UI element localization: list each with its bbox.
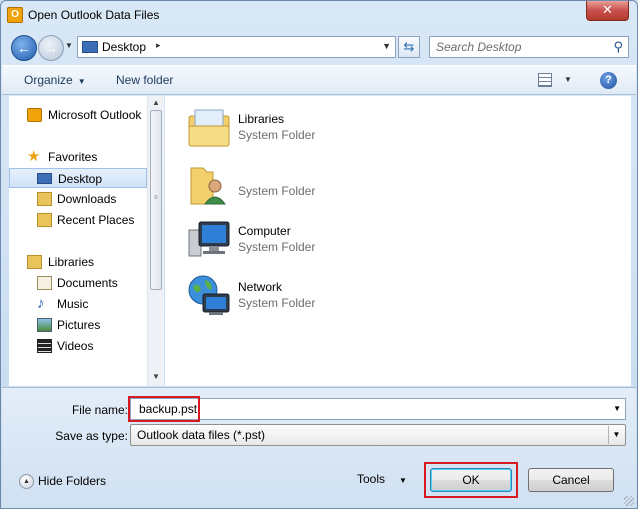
view-options-dropdown[interactable]: ▼ [564, 75, 572, 84]
close-button[interactable]: ✕ [586, 1, 629, 21]
tools-menu-button[interactable]: Tools ▼ [357, 472, 407, 486]
nav-item-pictures[interactable]: Pictures [9, 315, 147, 335]
save-as-type-value: Outlook data files (*.pst) [137, 428, 266, 442]
refresh-icon: ⇆ [403, 39, 415, 54]
pictures-icon [37, 318, 52, 332]
computer-icon [188, 221, 230, 257]
forward-button[interactable]: → [38, 35, 64, 61]
outlook-app-icon: O [7, 7, 23, 23]
videos-icon [37, 339, 52, 353]
item-type: System Folder [238, 128, 316, 142]
nav-item-label: Pictures [57, 318, 101, 332]
organize-label: Organize [24, 73, 73, 87]
nav-item-desktop[interactable]: Desktop [9, 168, 147, 188]
file-name-dropdown-icon[interactable]: ▼ [613, 404, 621, 413]
nav-item-favorites[interactable]: ★ Favorites [9, 147, 147, 167]
nav-item-label: Documents [57, 276, 118, 290]
music-icon: ♪ [37, 295, 45, 312]
recent-places-icon [37, 213, 52, 227]
libraries-folder-icon [188, 109, 230, 147]
list-item-user-folder[interactable]: System Folder [185, 160, 485, 212]
new-folder-button[interactable]: New folder [116, 73, 173, 87]
nav-item-label: Microsoft Outlook [48, 108, 142, 122]
list-item-computer[interactable]: Computer System Folder [185, 216, 485, 268]
save-as-type-label: Save as type: [55, 429, 128, 443]
list-item-libraries[interactable]: Libraries System Folder [185, 104, 485, 156]
back-arrow-icon: ← [17, 40, 31, 56]
documents-icon [37, 276, 52, 290]
organize-button[interactable]: Organize ▼ [24, 73, 86, 87]
item-name: Network [238, 280, 283, 294]
item-name: Libraries [238, 112, 285, 126]
nav-item-recent-places[interactable]: Recent Places [9, 210, 147, 230]
desktop-icon [82, 41, 98, 53]
command-toolbar: Organize ▼ New folder ▼ ? [2, 65, 636, 95]
open-outlook-data-files-dialog: O Open Outlook Data Files ✕ ← → ▼ Deskto… [0, 0, 638, 509]
navigation-pane-scrollbar[interactable]: ▲ ≡ ▼ [147, 96, 164, 386]
file-name-combobox[interactable]: ▼ [130, 398, 626, 420]
refresh-button[interactable]: ⇆ [398, 36, 420, 58]
search-icon[interactable]: ⚲ [613, 39, 623, 55]
user-folder-icon [190, 167, 226, 205]
hide-folders-button[interactable]: ▲ Hide Folders [19, 474, 107, 490]
navigation-pane: Microsoft Outlook ★ Favorites Desktop Do… [9, 96, 164, 386]
recent-locations-dropdown[interactable]: ▼ [65, 41, 73, 50]
nav-item-label: Desktop [58, 172, 103, 186]
scroll-up-arrow-icon[interactable]: ▲ [152, 98, 160, 107]
search-input[interactable] [434, 39, 604, 55]
change-view-icon[interactable] [538, 73, 552, 87]
scrollbar-thumb[interactable]: ≡ [150, 110, 162, 290]
search-box[interactable]: ⚲ [429, 36, 629, 58]
nav-item-label: Favorites [48, 150, 98, 164]
hide-folders-label: Hide Folders [38, 474, 107, 488]
file-name-label: File name: [71, 403, 128, 417]
nav-item-label: Recent Places [57, 213, 135, 227]
address-dropdown-icon[interactable]: ▼ [382, 41, 391, 51]
nav-item-videos[interactable]: Videos [9, 336, 147, 356]
nav-item-downloads[interactable]: Downloads [9, 189, 147, 209]
help-icon[interactable]: ? [600, 72, 617, 89]
chevron-down-icon[interactable]: ▼ [608, 426, 624, 444]
file-options-panel: File name: ▼ Save as type: Outlook data … [2, 387, 636, 508]
ok-button[interactable]: OK [430, 468, 512, 492]
nav-item-microsoft-outlook[interactable]: Microsoft Outlook [9, 105, 147, 125]
desktop-icon [37, 173, 52, 184]
nav-item-label: Music [57, 297, 89, 311]
nav-item-label: Downloads [57, 192, 117, 206]
address-separator-chevron-icon[interactable]: ▸ [156, 40, 161, 51]
chevron-down-icon: ▼ [77, 77, 86, 86]
address-location[interactable]: Desktop [102, 40, 146, 54]
cancel-button[interactable]: Cancel [528, 468, 614, 492]
item-type: System Folder [238, 184, 316, 198]
collapse-up-icon: ▲ [19, 474, 34, 490]
file-name-input[interactable] [137, 401, 597, 417]
star-icon: ★ [27, 148, 41, 165]
item-type: System Folder [238, 296, 316, 310]
file-list-pane: Libraries System Folder System Folder Co… [165, 96, 631, 386]
address-bar[interactable]: Desktop ▸ ▼ [77, 36, 396, 58]
window-title: Open Outlook Data Files [28, 8, 160, 22]
grip-icon: ≡ [154, 195, 158, 201]
nav-item-label: Libraries [48, 255, 95, 269]
nav-item-music[interactable]: ♪ Music [9, 294, 147, 314]
resize-grip[interactable] [624, 496, 634, 506]
libraries-icon [27, 255, 42, 269]
item-name: Computer [238, 224, 291, 238]
network-icon [188, 275, 230, 315]
back-button[interactable]: ← [11, 35, 37, 61]
nav-item-documents[interactable]: Documents [9, 273, 147, 293]
item-type: System Folder [238, 240, 316, 254]
forward-arrow-icon: → [44, 40, 58, 56]
title-bar: O Open Outlook Data Files ✕ [1, 1, 637, 29]
downloads-icon [37, 192, 52, 206]
nav-item-libraries[interactable]: Libraries [9, 252, 147, 272]
nav-item-label: Videos [57, 339, 94, 353]
tools-label: Tools [357, 472, 386, 486]
list-item-network[interactable]: Network System Folder [185, 272, 485, 324]
outlook-icon [27, 108, 42, 122]
chevron-down-icon: ▼ [399, 476, 407, 485]
save-as-type-select[interactable]: Outlook data files (*.pst) ▼ [130, 424, 626, 446]
scroll-down-arrow-icon[interactable]: ▼ [152, 372, 160, 381]
